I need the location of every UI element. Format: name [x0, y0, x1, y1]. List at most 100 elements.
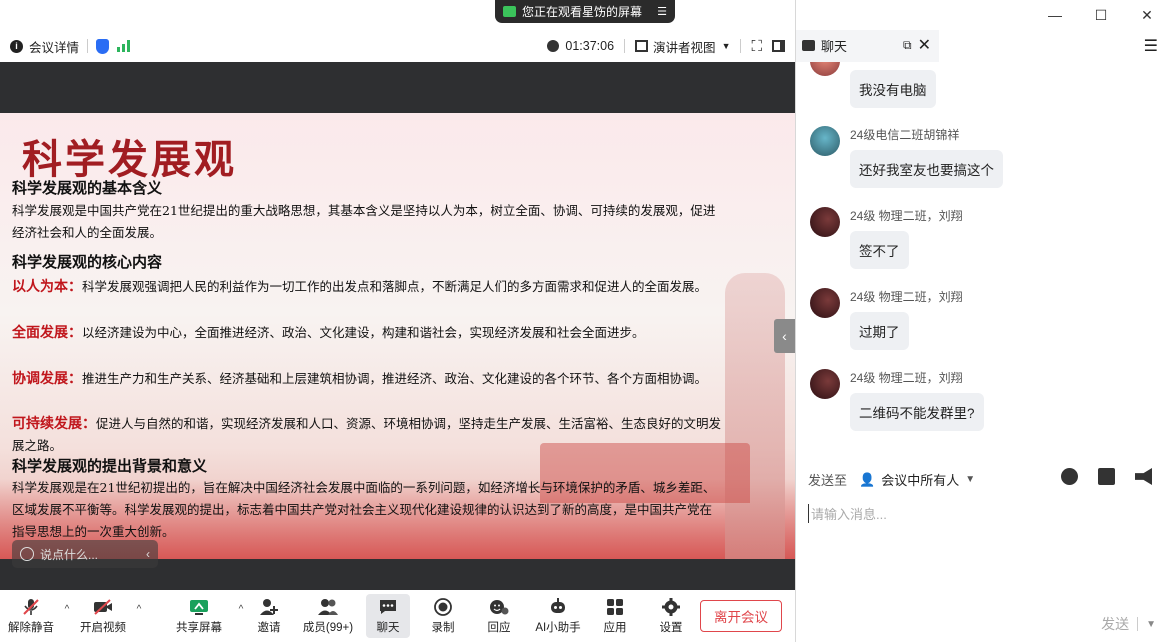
presenter-view-icon	[635, 40, 649, 52]
chat-sender-name: 24级电信二班胡锦祥	[850, 128, 960, 142]
invite-label: 邀请	[257, 621, 281, 634]
record-label: 录制	[431, 621, 455, 634]
share-screen-button[interactable]: 共享屏幕	[164, 594, 234, 638]
chat-message-input[interactable]: 请输入消息...	[808, 504, 887, 523]
slide-heading-core-content: 科学发展观的核心内容	[12, 253, 163, 271]
share-options-chevron-icon[interactable]: ^	[234, 604, 248, 615]
sidebar-toggle-icon[interactable]	[772, 40, 785, 52]
file-folder-icon[interactable]	[1098, 468, 1115, 485]
avatar[interactable]	[810, 62, 840, 76]
window-controls: — ☐ ✕	[1032, 0, 1170, 30]
presenter-view-dropdown[interactable]: 演讲者视图 ▼	[635, 37, 730, 56]
slide-paragraph-background: 科学发展观是在21世纪初提出的，旨在解决中国经济社会发展中面临的一系列问题，如经…	[12, 480, 716, 539]
chat-tab-title: 聊天	[821, 38, 848, 54]
slide-item-comprehensive: 全面发展：以经济建设为中心，全面推进经济、政治、文化建设，构建和谐社会，实现经济…	[12, 322, 722, 344]
record-icon	[433, 597, 453, 616]
slide-item-people-first: 以人为本：科学发展观强调把人民的利益作为一切工作的出发点和落脚点，不断满足人们的…	[12, 276, 722, 298]
settings-label: 设置	[659, 621, 683, 634]
banner-menu-icon[interactable]: ☰	[657, 5, 667, 18]
audio-options-chevron-icon[interactable]: ^	[60, 604, 74, 615]
avatar[interactable]	[810, 288, 840, 318]
chat-message-list[interactable]: 我没有电脑 24级电信二班胡锦祥 还好我室友也要搞这个 24级 物理二班，刘翔 …	[795, 62, 1170, 462]
popout-icon[interactable]: ⧉	[903, 38, 912, 53]
send-options-chevron-icon[interactable]: ▼	[1146, 619, 1156, 630]
close-icon[interactable]: ✕	[918, 35, 931, 55]
chat-tab[interactable]: 聊天 ⧉ ✕	[796, 30, 939, 62]
ai-assistant-button[interactable]: AI小助手	[528, 594, 588, 638]
chat-header: 聊天 ⧉ ✕ ☰	[795, 30, 1170, 62]
meeting-details-label: 会议详情	[29, 40, 80, 55]
send-button[interactable]: 发送	[1101, 614, 1129, 634]
chat-button[interactable]: 聊天	[366, 594, 410, 638]
chat-message: 24级 物理二班，刘翔 过期了	[810, 288, 1150, 358]
apps-button[interactable]: 应用	[592, 594, 638, 638]
apps-grid-icon	[605, 598, 625, 616]
send-to-label: 发送至	[808, 473, 848, 488]
announcement-icon[interactable]	[1135, 468, 1152, 485]
video-options-chevron-icon[interactable]: ^	[132, 604, 146, 615]
camera-off-icon	[93, 598, 113, 616]
record-button[interactable]: 录制	[418, 594, 468, 638]
divider	[624, 39, 626, 53]
invite-button[interactable]: 邀请	[248, 594, 290, 638]
divider	[1137, 617, 1139, 631]
security-shield-icon[interactable]	[96, 38, 110, 54]
presenter-view-label: 演讲者视图	[653, 40, 716, 55]
unmute-label: 解除静音	[8, 621, 54, 634]
slide-item-coordinated: 协调发展：推进生产力和生产关系、经济基础和上层建筑相协调，推进经济、政治、文化建…	[12, 368, 722, 390]
react-button[interactable]: 回应	[474, 594, 524, 638]
divider	[87, 39, 89, 53]
chevron-left-icon[interactable]: ‹	[146, 547, 150, 561]
sharing-banner[interactable]: 您正在观看星饬的屏幕 ☰	[495, 0, 675, 23]
fullscreen-icon[interactable]: ⛶	[751, 38, 762, 55]
more-menu-icon[interactable]: ☰	[1144, 36, 1158, 56]
members-button[interactable]: 成员(99+)	[298, 594, 358, 638]
send-controls: 发送 ▼	[1101, 614, 1156, 634]
chat-message: 24级 物理二班，刘翔 二维码不能发群里?	[810, 369, 1150, 439]
chat-label: 聊天	[376, 621, 400, 634]
emoji-icon	[20, 547, 34, 561]
meeting-toolbar: 解除静音 ^ 开启视频 ^ 共享屏幕 ^ 邀请 成员(99+) 聊天 录制 回应…	[0, 590, 795, 642]
collapse-panel-arrow-icon[interactable]: ‹	[774, 319, 795, 353]
item-text: 科学发展观强调把人民的利益作为一切工作的出发点和落脚点，不断满足人们的多方面需求…	[82, 279, 708, 294]
avatar[interactable]	[810, 369, 840, 399]
share-screen-icon	[189, 598, 209, 616]
sharing-banner-text: 您正在观看星饬的屏幕	[522, 5, 643, 19]
apps-label: 应用	[603, 621, 627, 634]
floating-chat-input[interactable]: 说点什么... ‹	[12, 540, 158, 568]
unmute-button[interactable]: 解除静音	[2, 594, 60, 638]
avatar[interactable]	[810, 207, 840, 237]
close-window-button[interactable]: ✕	[1124, 7, 1170, 24]
chat-message-text: 还好我室友也要搞这个	[850, 150, 1003, 188]
leave-meeting-button[interactable]: 离开会议	[700, 600, 782, 632]
react-label: 回应	[487, 621, 511, 634]
gear-icon	[661, 597, 681, 616]
minimize-button[interactable]: —	[1032, 7, 1078, 23]
presentation-stage: 科学发展观 科学发展观的基本含义 科学发展观是中国共产党在21世纪提出的重大战略…	[0, 62, 795, 590]
slide-paragraph-basic-meaning: 科学发展观是中国共产党在21世纪提出的重大战略思想，其基本含义是坚持以人为本，树…	[12, 203, 716, 240]
item-label: 可持续发展：	[12, 416, 96, 432]
chat-icon	[378, 598, 398, 616]
item-text: 推进生产力和生产关系、经济基础和上层建筑相协调，推进经济、政治、文化建设的各个环…	[82, 371, 708, 386]
ai-assistant-label: AI小助手	[535, 621, 581, 634]
chat-sender-name: 24级 物理二班，刘翔	[850, 209, 963, 223]
avatar[interactable]	[810, 126, 840, 156]
chat-sender-name: 24级 物理二班，刘翔	[850, 371, 963, 385]
screen-share-icon	[503, 6, 516, 17]
chat-message-text: 过期了	[850, 312, 909, 350]
chat-sender-name: 24级 物理二班，刘翔	[850, 290, 963, 304]
slide-decoration-huabiao	[725, 273, 785, 559]
user-icon: 👤	[859, 471, 876, 487]
recipient-value: 会议中所有人	[881, 473, 960, 488]
signal-strength-icon[interactable]	[117, 40, 131, 52]
send-to-selector[interactable]: 发送至 👤 会议中所有人 ▼	[808, 470, 975, 489]
chat-tools	[1061, 468, 1152, 485]
chat-composer: 发送至 👤 会议中所有人 ▼ 请输入消息... 发送 ▼	[795, 462, 1170, 642]
maximize-button[interactable]: ☐	[1078, 7, 1124, 24]
emoji-icon[interactable]	[1061, 468, 1078, 485]
chat-message-text: 签不了	[850, 231, 909, 269]
members-label: 成员(99+)	[302, 621, 354, 634]
start-video-button[interactable]: 开启视频	[74, 594, 132, 638]
settings-button[interactable]: 设置	[646, 594, 696, 638]
meeting-details-button[interactable]: i 会议详情	[10, 37, 79, 56]
